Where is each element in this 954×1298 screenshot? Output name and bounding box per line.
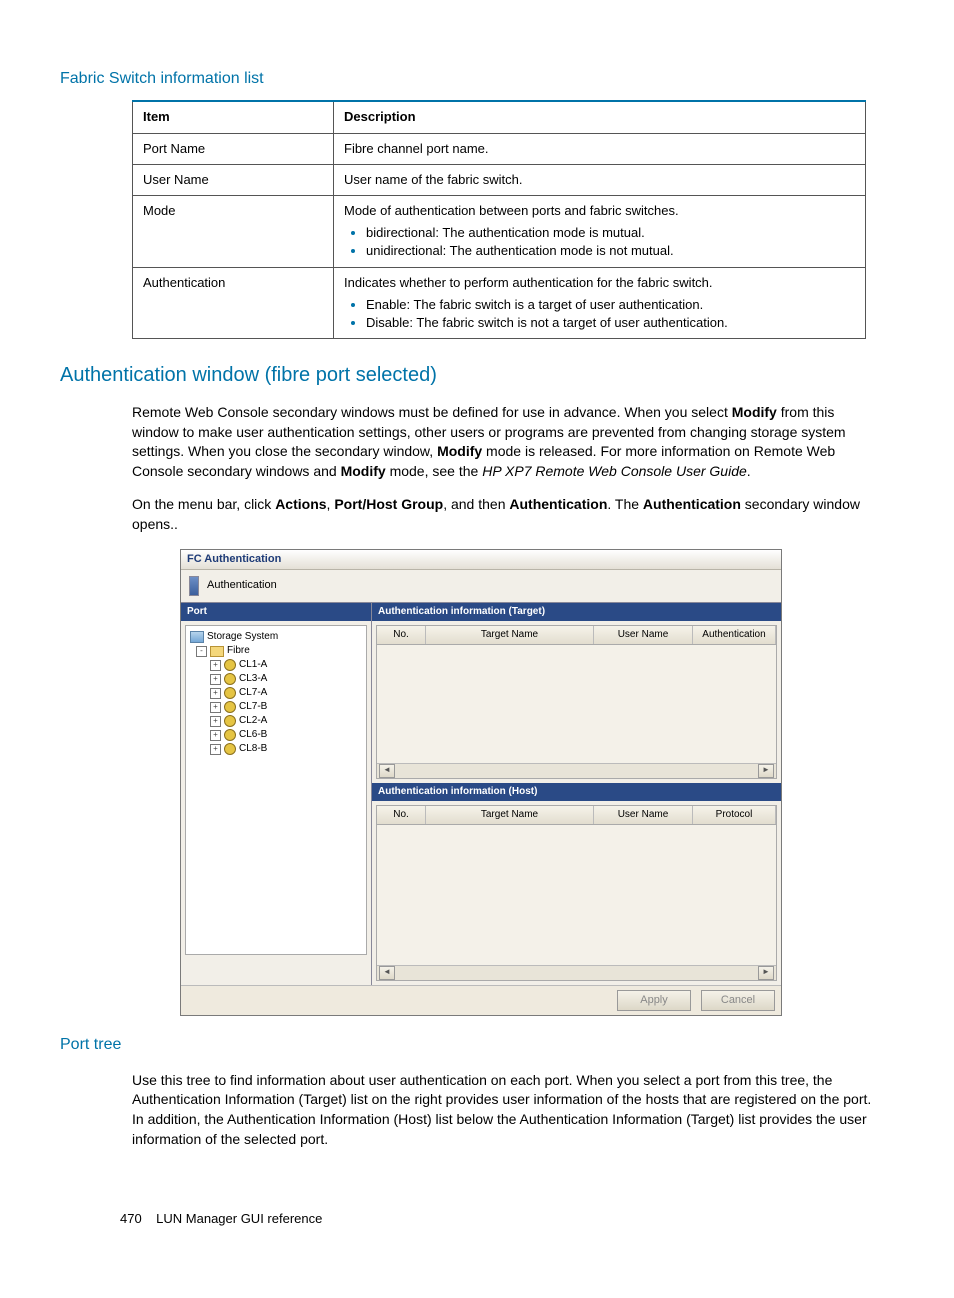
port-panel-header: Port [181, 603, 371, 621]
port-icon [224, 715, 236, 727]
tree-port[interactable]: CL6-B [239, 728, 267, 742]
table-row: Mode Mode of authentication between port… [133, 195, 866, 267]
auth-target-header: Authentication information (Target) [372, 603, 781, 621]
expand-icon[interactable]: + [210, 744, 221, 755]
table-row: Port Name Fibre channel port name. [133, 133, 866, 164]
auth-target-grid[interactable]: No. Target Name User Name Authentication… [376, 625, 777, 779]
col-no[interactable]: No. [377, 806, 426, 824]
port-icon [224, 673, 236, 685]
scroll-left-icon[interactable]: ◄ [379, 764, 395, 778]
tab-indicator-icon [189, 576, 199, 596]
page-footer-title: LUN Manager GUI reference [156, 1211, 322, 1226]
tree-port[interactable]: CL2-A [239, 714, 267, 728]
auth-host-header: Authentication information (Host) [372, 783, 781, 801]
col-user-name[interactable]: User Name [594, 626, 693, 644]
port-tree[interactable]: Storage System - Fibre + CL1-A + CL3-A + CL… [185, 625, 367, 955]
col-authentication[interactable]: Authentication [693, 626, 776, 644]
col-target-name[interactable]: Target Name [426, 626, 594, 644]
port-tree-para: Use this tree to find information about … [132, 1071, 884, 1149]
tree-root[interactable]: Storage System [207, 630, 278, 644]
fc-authentication-window: FC Authentication Authentication Port St… [180, 549, 782, 1017]
expand-icon[interactable]: + [210, 674, 221, 685]
auth-window-para1: Remote Web Console secondary windows mus… [132, 403, 884, 481]
port-icon [224, 701, 236, 713]
folder-icon [210, 646, 224, 657]
expand-icon[interactable]: + [210, 730, 221, 741]
col-protocol[interactable]: Protocol [693, 806, 776, 824]
tree-port[interactable]: CL8-B [239, 742, 267, 756]
scroll-left-icon[interactable]: ◄ [379, 966, 395, 980]
expand-icon[interactable]: + [210, 716, 221, 727]
col-user-name[interactable]: User Name [594, 806, 693, 824]
expand-icon[interactable]: + [210, 702, 221, 713]
storage-icon [190, 631, 204, 643]
window-titlebar: FC Authentication [181, 550, 781, 570]
tree-fibre[interactable]: Fibre [227, 644, 250, 658]
tree-port[interactable]: CL7-A [239, 686, 267, 700]
th-desc: Description [334, 101, 866, 133]
horizontal-scrollbar[interactable]: ◄ ► [377, 763, 776, 778]
tree-port[interactable]: CL3-A [239, 672, 267, 686]
tree-port[interactable]: CL1-A [239, 658, 267, 672]
section-port-tree-title: Port tree [60, 1034, 894, 1056]
collapse-icon[interactable]: - [196, 646, 207, 657]
scroll-right-icon[interactable]: ► [758, 764, 774, 778]
expand-icon[interactable]: + [210, 688, 221, 699]
page-number: 470 [120, 1211, 142, 1226]
auth-host-grid[interactable]: No. Target Name User Name Protocol ◄ ► [376, 805, 777, 981]
expand-icon[interactable]: + [210, 660, 221, 671]
col-no[interactable]: No. [377, 626, 426, 644]
th-item: Item [133, 101, 334, 133]
apply-button[interactable]: Apply [617, 990, 691, 1011]
auth-window-para2: On the menu bar, click Actions, Port/Hos… [132, 495, 884, 534]
cancel-button[interactable]: Cancel [701, 990, 775, 1011]
page-footer: 470 LUN Manager GUI reference [120, 1210, 322, 1228]
horizontal-scrollbar[interactable]: ◄ ► [377, 965, 776, 980]
tree-port[interactable]: CL7-B [239, 700, 267, 714]
table-row: User Name User name of the fabric switch… [133, 164, 866, 195]
section-fabric-switch-title: Fabric Switch information list [60, 68, 894, 90]
port-icon [224, 659, 236, 671]
table-row: Authentication Indicates whether to perf… [133, 267, 866, 339]
port-icon [224, 729, 236, 741]
col-target-name[interactable]: Target Name [426, 806, 594, 824]
scroll-right-icon[interactable]: ► [758, 966, 774, 980]
fabric-switch-table: Item Description Port Name Fibre channel… [132, 100, 866, 339]
port-icon [224, 743, 236, 755]
section-auth-window-title: Authentication window (fibre port select… [60, 361, 894, 389]
port-icon [224, 687, 236, 699]
tab-authentication[interactable]: Authentication [181, 570, 781, 602]
